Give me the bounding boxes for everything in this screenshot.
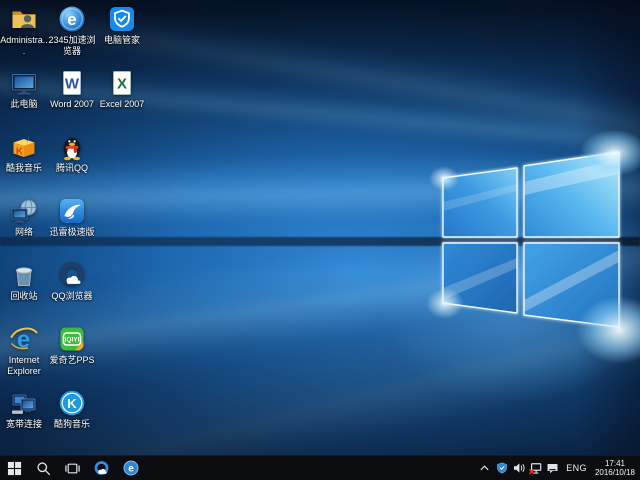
- svg-text:K: K: [67, 396, 77, 411]
- shield-icon: [496, 462, 508, 474]
- svg-text:iQIYI: iQIYI: [65, 337, 80, 344]
- svg-text:e: e: [67, 10, 76, 29]
- svg-text:♪: ♪: [26, 134, 31, 144]
- desktop-icon-broadband[interactable]: 宽带连接: [0, 389, 48, 430]
- desktop-icon-tencent-qq[interactable]: 腾讯QQ: [48, 133, 96, 174]
- taskbar-2345-browser-button[interactable]: e: [116, 456, 145, 480]
- tray-action-center[interactable]: [544, 456, 561, 480]
- globe-monitor-icon: [10, 197, 38, 225]
- svg-text:K: K: [16, 147, 24, 158]
- search-icon: [36, 461, 51, 476]
- desktop-icon-qq-browser[interactable]: QQ浏览器: [48, 261, 96, 302]
- icon-label: 迅雷极速版: [48, 227, 96, 238]
- svg-text:W: W: [65, 76, 80, 93]
- two-computers-icon: [10, 389, 38, 417]
- icon-label: 腾讯QQ: [48, 163, 96, 174]
- language-indicator[interactable]: ENG: [561, 463, 592, 473]
- tray-security-shield[interactable]: [493, 456, 510, 480]
- desktop-icon-pc-manager[interactable]: 电脑管家: [98, 5, 146, 46]
- icon-label: 回收站: [0, 291, 48, 302]
- clock-date: 2016/10/18: [595, 468, 635, 478]
- action-center-icon: [546, 462, 559, 475]
- network-disconnected-icon: [529, 462, 542, 475]
- search-button[interactable]: [29, 456, 58, 480]
- clock-time: 17:41: [595, 459, 635, 469]
- k-circle-icon: K: [58, 389, 86, 417]
- icon-label: Word 2007: [48, 99, 96, 110]
- wallpaper-beam: [0, 0, 640, 142]
- user-folder-icon: [10, 5, 38, 33]
- icon-label: 宽带连接: [0, 419, 48, 430]
- taskbar: e: [0, 455, 640, 480]
- desktop-icon-word-2007[interactable]: W Word 2007: [48, 69, 96, 110]
- speaker-icon: [513, 462, 525, 474]
- task-view-icon: [65, 461, 80, 476]
- monitor-icon: [10, 69, 38, 97]
- bird-icon: [58, 197, 86, 225]
- iqiyi-icon: iQIYI: [58, 325, 86, 353]
- icon-label: 酷我音乐: [0, 163, 48, 174]
- chevron-up-icon: [479, 463, 490, 474]
- icon-label: 爱奇艺PPS: [48, 355, 96, 366]
- desktop-icon-internet-explorer[interactable]: e Internet Explorer: [0, 325, 48, 376]
- icon-label: 电脑管家: [98, 35, 146, 46]
- tray-network[interactable]: [527, 456, 544, 480]
- desktop-icon-this-pc[interactable]: 此电脑: [0, 69, 48, 110]
- svg-text:X: X: [117, 76, 127, 93]
- desktop-icon-administrator[interactable]: Administra...: [0, 5, 48, 56]
- svg-text:e: e: [128, 464, 134, 475]
- desktop-icon-excel-2007[interactable]: X Excel 2007: [98, 69, 146, 110]
- taskbar-qq-browser-button[interactable]: [87, 456, 116, 480]
- 2345-browser-icon: e: [58, 5, 86, 33]
- desktop-icon-kuwo-music[interactable]: K ♪ 酷我音乐: [0, 133, 48, 174]
- icon-label: 酷狗音乐: [48, 419, 96, 430]
- icon-label: QQ浏览器: [48, 291, 96, 302]
- windows-logo: [430, 140, 640, 345]
- desktop-icon-recycle-bin[interactable]: 回收站: [0, 261, 48, 302]
- excel-document-icon: X: [108, 69, 136, 97]
- icon-label: 2345加速浏览器: [48, 35, 96, 56]
- ie-icon: e: [10, 325, 38, 353]
- windows-start-icon: [7, 461, 22, 476]
- icon-label: Administra...: [0, 35, 48, 56]
- recycle-bin-icon: [10, 261, 38, 289]
- desktop-icon-iqiyi[interactable]: iQIYI 爱奇艺PPS: [48, 325, 96, 366]
- tray-clock[interactable]: 17:41 2016/10/18: [592, 459, 640, 478]
- icon-label: 此电脑: [0, 99, 48, 110]
- desktop: Administra... e 2345加速浏览器 电脑管家: [0, 0, 640, 455]
- q-cloud-icon: [58, 261, 86, 289]
- start-button[interactable]: [0, 456, 29, 480]
- penguin-icon: [58, 133, 86, 161]
- word-document-icon: W: [58, 69, 86, 97]
- desktop-icon-kugou[interactable]: K 酷狗音乐: [48, 389, 96, 430]
- icon-label: 网络: [0, 227, 48, 238]
- tray-volume[interactable]: [510, 456, 527, 480]
- desktop-icon-2345-browser[interactable]: e 2345加速浏览器: [48, 5, 96, 56]
- q-cloud-icon: [93, 460, 110, 477]
- tray-chevron-up[interactable]: [476, 456, 493, 480]
- taskbar-left: e: [0, 456, 145, 480]
- icon-label: Internet Explorer: [0, 355, 48, 376]
- icon-label: Excel 2007: [98, 99, 146, 110]
- desktop-icon-xunlei[interactable]: 迅雷极速版: [48, 197, 96, 238]
- e-sphere-icon: e: [123, 460, 139, 476]
- desktop-icon-network[interactable]: 网络: [0, 197, 48, 238]
- task-view-button[interactable]: [58, 456, 87, 480]
- shield-check-icon: [108, 5, 136, 33]
- system-tray: ENG 17:41 2016/10/18: [476, 456, 640, 480]
- music-box-icon: K ♪: [10, 133, 38, 161]
